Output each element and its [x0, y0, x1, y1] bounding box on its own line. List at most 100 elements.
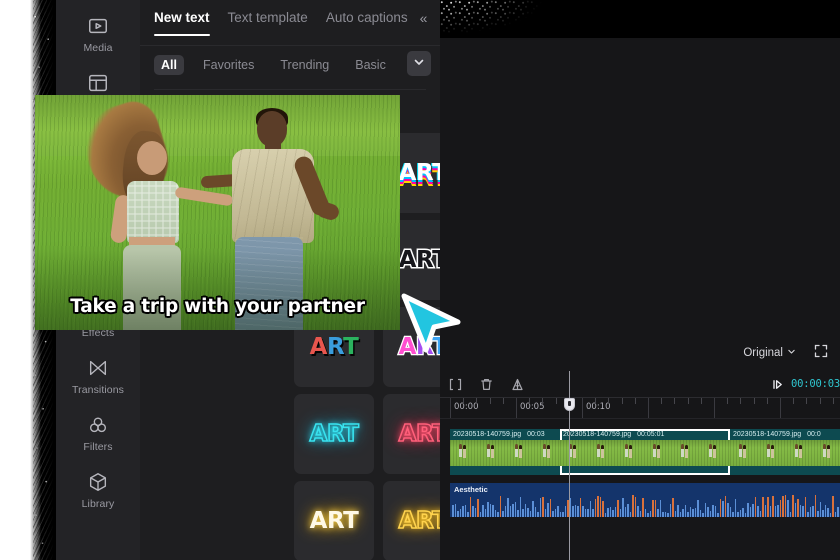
waveform-bar: [542, 496, 544, 517]
play-icon[interactable]: [771, 378, 784, 391]
waveform-bar: [464, 504, 466, 517]
waveform-bar: [477, 498, 479, 517]
text-style-cyan-neon-outline[interactable]: ART: [294, 394, 374, 474]
waveform-bar: [539, 498, 541, 517]
video-track[interactable]: 20230518-140759.jpg 00:03 20230518-140759.…: [450, 429, 840, 475]
waveform-bar: [824, 504, 826, 517]
filter-chip-basic[interactable]: Basic: [348, 55, 393, 75]
waveform-bar: [772, 495, 774, 517]
audio-track[interactable]: Aesthetic: [450, 483, 840, 517]
timeline-ruler[interactable]: 00:00 00:05 00:10: [440, 397, 840, 419]
waveform-bar: [682, 508, 684, 517]
waveform-bar: [804, 496, 806, 517]
filter-more-button[interactable]: [407, 51, 431, 76]
clip-duration: 00:05:01: [637, 431, 665, 438]
preview-toolbar: Original: [440, 338, 840, 368]
waveform-bar: [664, 511, 666, 517]
sidebar-item-transitions[interactable]: Transitions: [68, 348, 128, 403]
app-window: Media Stock videos Audio Text Stickers E…: [0, 0, 840, 560]
waveform-bar: [754, 496, 756, 517]
waveform-bar: [592, 508, 594, 517]
text-style-preview-label: ART: [309, 507, 359, 534]
mix-icon[interactable]: [510, 377, 525, 392]
waveform-bar: [522, 509, 524, 517]
clip-header: 20230518-140759.jpg 00:03: [450, 429, 560, 440]
waveform-bar: [689, 507, 691, 517]
waveform-bar: [672, 497, 674, 517]
preview-caption-text[interactable]: Take a trip with your partner: [35, 296, 400, 317]
waveform-bar: [834, 512, 836, 517]
sidebar-item-filters[interactable]: Filters: [68, 405, 128, 460]
split-icon[interactable]: [448, 377, 463, 392]
waveform-bar: [757, 506, 759, 517]
collapse-panel-icon[interactable]: «: [420, 10, 428, 26]
sidebar-item-library[interactable]: Library: [68, 462, 128, 517]
waveform-bar: [799, 505, 801, 517]
waveform-bar: [762, 496, 764, 517]
waveform-bar: [494, 510, 496, 517]
waveform-bar: [802, 505, 804, 517]
ruler-tick: [740, 398, 742, 404]
waveform-bar: [609, 507, 611, 517]
waveform-bar: [767, 496, 769, 517]
ruler-tick: [714, 398, 715, 418]
waveform-bar: [822, 509, 824, 517]
waveform-bar: [604, 512, 606, 517]
aspect-ratio-selector[interactable]: Original: [743, 347, 796, 359]
playhead-handle[interactable]: [564, 398, 575, 411]
waveform-bar: [547, 503, 549, 517]
waveform-bar: [794, 502, 796, 517]
waveform-bar: [612, 509, 614, 517]
waveform-bar: [714, 506, 716, 517]
waveform-bar: [594, 498, 596, 517]
waveform-bar: [622, 497, 624, 517]
chevron-down-icon: [413, 55, 425, 73]
waveform-bar: [552, 510, 554, 517]
waveform-bar: [677, 505, 679, 517]
waveform-bar: [602, 500, 604, 517]
timeline-clip[interactable]: 20230518-140759.jpg 00:03: [450, 429, 560, 475]
fullscreen-button[interactable]: [814, 344, 828, 363]
waveform-bar: [579, 497, 581, 517]
waveform-bar: [674, 510, 676, 517]
playhead[interactable]: [564, 371, 575, 560]
waveform-bar: [509, 506, 511, 517]
waveform-bar: [572, 506, 574, 517]
audio-waveform: [450, 495, 840, 517]
panel-divider: [140, 45, 440, 46]
waveform-bar: [829, 512, 831, 517]
delete-icon[interactable]: [479, 377, 494, 392]
ruler-label: 00:05: [520, 402, 545, 412]
tab-text-template[interactable]: Text template: [228, 10, 308, 27]
waveform-bar: [627, 503, 629, 517]
filter-chip-favorites[interactable]: Favorites: [196, 55, 261, 75]
waveform-bar: [667, 512, 669, 517]
waveform-bar: [709, 511, 711, 517]
waveform-bar: [489, 504, 491, 517]
text-style-white-yellow-glow[interactable]: ART: [294, 481, 374, 560]
waveform-bar: [519, 497, 521, 517]
waveform-bar: [617, 500, 619, 517]
waveform-bar: [712, 505, 714, 517]
waveform-bar: [814, 495, 816, 517]
ruler-tick: [727, 398, 729, 404]
ruler-tick: [502, 398, 504, 404]
waveform-bar: [582, 506, 584, 517]
filter-chip-trending[interactable]: Trending: [273, 55, 336, 75]
tab-new-text[interactable]: New text: [154, 10, 210, 36]
timeline-clip[interactable]: 20230518-140759.jpg 00:0: [730, 429, 840, 475]
clip-header: 20230518-140759.jpg 00:0: [730, 429, 840, 440]
waveform-bar: [817, 510, 819, 517]
filter-chip-all[interactable]: All: [154, 55, 184, 75]
sidebar-item-media[interactable]: Media: [68, 6, 128, 61]
clip-name: 20230518-140759.jpg: [453, 431, 522, 438]
category-filter-row: All Favorites Trending Basic Lu: [140, 49, 440, 81]
waveform-bar: [514, 502, 516, 517]
waveform-bar: [472, 506, 474, 517]
filters-icon: [87, 414, 109, 436]
waveform-bar: [747, 503, 749, 517]
timeline-clip[interactable]: 20230518-140759.jpg 00:05:01: [560, 429, 730, 475]
video-preview[interactable]: Take a trip with your partner: [35, 95, 400, 330]
tab-auto-captions[interactable]: Auto captions: [326, 10, 408, 27]
waveform-bar: [564, 506, 566, 517]
